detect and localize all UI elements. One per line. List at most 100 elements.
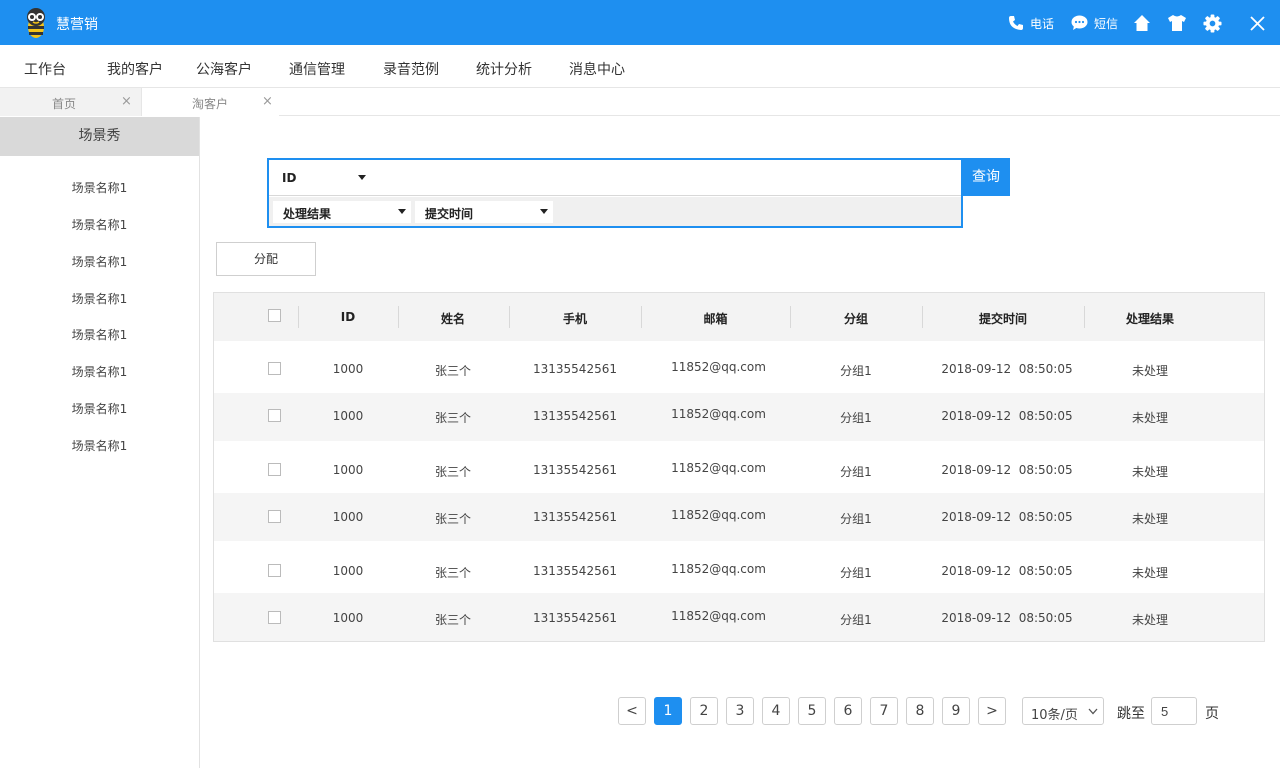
cell-status: 未处理 xyxy=(1131,613,1168,627)
sidebar-item-scene[interactable]: 场景名称1 xyxy=(0,326,199,343)
page-button[interactable]: 8 xyxy=(906,697,934,725)
table-row[interactable]: 1000 张三个 13135542561 11852@qq.com 分组1 20… xyxy=(214,393,1264,441)
tab-home[interactable]: 首页 × xyxy=(0,88,142,116)
nav-my-customers[interactable]: 我的客户 xyxy=(107,59,163,79)
header-status: 处理结果 xyxy=(1125,312,1174,326)
row-checkbox[interactable] xyxy=(268,463,281,476)
settings-button[interactable] xyxy=(1203,12,1222,34)
table-row[interactable]: 1000 张三个 13135542561 11852@qq.com 分组1 20… xyxy=(214,493,1264,541)
cell-id: 1000 xyxy=(332,510,364,524)
cell-submit-time: 2018-09-12 08:50:05 xyxy=(941,564,1073,578)
nav-messages[interactable]: 消息中心 xyxy=(569,59,625,79)
cell-phone: 13135542561 xyxy=(533,564,617,578)
cell-name: 张三个 xyxy=(434,512,471,526)
row-checkbox[interactable] xyxy=(268,409,281,422)
page-button[interactable]: 2 xyxy=(690,697,718,725)
home-button[interactable] xyxy=(1133,12,1151,34)
sidebar-item-scene[interactable]: 场景名称1 xyxy=(0,216,199,233)
cell-email: 11852@qq.com xyxy=(671,609,766,623)
row-checkbox[interactable] xyxy=(268,564,281,577)
cell-group: 分组1 xyxy=(840,465,872,479)
filter-time-label: 提交时间 xyxy=(425,207,474,221)
table-row[interactable]: 1000 张三个 13135542561 11852@qq.com 分组1 20… xyxy=(214,541,1264,593)
tshirt-icon xyxy=(1168,15,1186,31)
sidebar-title: 场景秀 xyxy=(0,117,199,156)
search-button[interactable]: 查询 xyxy=(962,158,1010,196)
page-button[interactable]: 9 xyxy=(942,697,970,725)
row-checkbox[interactable] xyxy=(268,611,281,624)
cell-name: 张三个 xyxy=(434,613,471,627)
cell-id: 1000 xyxy=(332,409,364,423)
sidebar-item-scene[interactable]: 场景名称1 xyxy=(0,400,199,417)
cell-name: 张三个 xyxy=(434,364,471,378)
prev-page-button[interactable]: < xyxy=(618,697,646,725)
page-button[interactable]: 1 xyxy=(654,697,682,725)
jump-page-input[interactable] xyxy=(1151,697,1197,725)
theme-button[interactable] xyxy=(1167,12,1187,34)
tab-close-icon[interactable]: × xyxy=(262,94,273,109)
phone-button[interactable]: 电话 xyxy=(1008,12,1054,34)
filter-status-select[interactable]: 处理结果 xyxy=(273,201,411,223)
cell-id: 1000 xyxy=(332,564,364,578)
caret-down-icon xyxy=(398,209,406,214)
table-row[interactable]: 1000 张三个 13135542561 11852@qq.com 分组1 20… xyxy=(214,441,1264,493)
cell-submit-time: 2018-09-12 08:50:05 xyxy=(941,510,1073,524)
cell-submit-time: 2018-09-12 08:50:05 xyxy=(941,611,1073,625)
sidebar-item-scene[interactable]: 场景名称1 xyxy=(0,290,199,307)
page-button[interactable]: 3 xyxy=(726,697,754,725)
sms-button[interactable]: 短信 xyxy=(1071,12,1118,34)
cell-submit-time: 2018-09-12 08:50:05 xyxy=(941,463,1073,477)
cell-id: 1000 xyxy=(332,362,364,376)
page-size-label: 10条/页 xyxy=(1031,708,1078,723)
cell-group: 分组1 xyxy=(840,364,872,378)
nav-workbench[interactable]: 工作台 xyxy=(24,59,66,79)
search-input[interactable] xyxy=(379,164,949,190)
phone-label: 电话 xyxy=(1030,16,1055,31)
page-button[interactable]: 4 xyxy=(762,697,790,725)
sidebar-item-scene[interactable]: 场景名称1 xyxy=(0,363,199,380)
gear-icon xyxy=(1203,13,1222,33)
tab-label: 首页 xyxy=(52,97,77,111)
table-row[interactable]: 1000 张三个 13135542561 11852@qq.com 分组1 20… xyxy=(214,593,1264,641)
cell-phone: 13135542561 xyxy=(533,611,617,625)
main-nav: 工作台 我的客户 公海客户 通信管理 录音范例 统计分析 消息中心 xyxy=(0,45,1280,88)
row-checkbox[interactable] xyxy=(268,362,281,375)
caret-down-icon xyxy=(358,175,366,180)
nav-communication[interactable]: 通信管理 xyxy=(289,59,345,79)
cell-submit-time: 2018-09-12 08:50:05 xyxy=(941,409,1073,423)
header-id: ID xyxy=(340,310,356,324)
sidebar-item-scene[interactable]: 场景名称1 xyxy=(0,179,199,196)
search-field-select[interactable]: ID xyxy=(269,160,374,196)
row-checkbox[interactable] xyxy=(268,510,281,523)
header-name: 姓名 xyxy=(440,312,465,326)
filter-time-select[interactable]: 提交时间 xyxy=(415,201,553,223)
tab-tao-customers[interactable]: 淘客户 × xyxy=(142,88,279,116)
cell-phone: 13135542561 xyxy=(533,362,617,376)
caret-down-icon xyxy=(540,209,548,214)
table-header: ID 姓名 手机 邮箱 分组 提交时间 处理结果 xyxy=(214,293,1264,341)
nav-public-customers[interactable]: 公海客户 xyxy=(196,59,252,79)
cell-name: 张三个 xyxy=(434,411,471,425)
cell-status: 未处理 xyxy=(1131,411,1168,425)
cell-status: 未处理 xyxy=(1131,566,1168,580)
cell-email: 11852@qq.com xyxy=(671,562,766,576)
next-page-button[interactable]: > xyxy=(978,697,1006,725)
nav-statistics[interactable]: 统计分析 xyxy=(476,59,532,79)
table-row[interactable]: 1000 张三个 13135542561 11852@qq.com 分组1 20… xyxy=(214,341,1264,393)
page-button[interactable]: 5 xyxy=(798,697,826,725)
assign-button[interactable]: 分配 xyxy=(216,242,316,276)
chevron-down-icon xyxy=(1088,708,1098,715)
page-button[interactable]: 7 xyxy=(870,697,898,725)
sidebar-item-scene[interactable]: 场景名称1 xyxy=(0,253,199,270)
cell-group: 分组1 xyxy=(840,566,872,580)
sms-label: 短信 xyxy=(1094,16,1119,31)
close-app-button[interactable] xyxy=(1250,12,1265,34)
header-submit-time: 提交时间 xyxy=(978,312,1027,326)
select-all-checkbox[interactable] xyxy=(268,309,281,322)
page-size-select[interactable]: 10条/页 xyxy=(1022,697,1104,725)
tab-close-icon[interactable]: × xyxy=(121,94,132,109)
nav-recordings[interactable]: 录音范例 xyxy=(383,59,439,79)
sidebar-item-scene[interactable]: 场景名称1 xyxy=(0,437,199,454)
page-button[interactable]: 6 xyxy=(834,697,862,725)
cell-id: 1000 xyxy=(332,611,364,625)
